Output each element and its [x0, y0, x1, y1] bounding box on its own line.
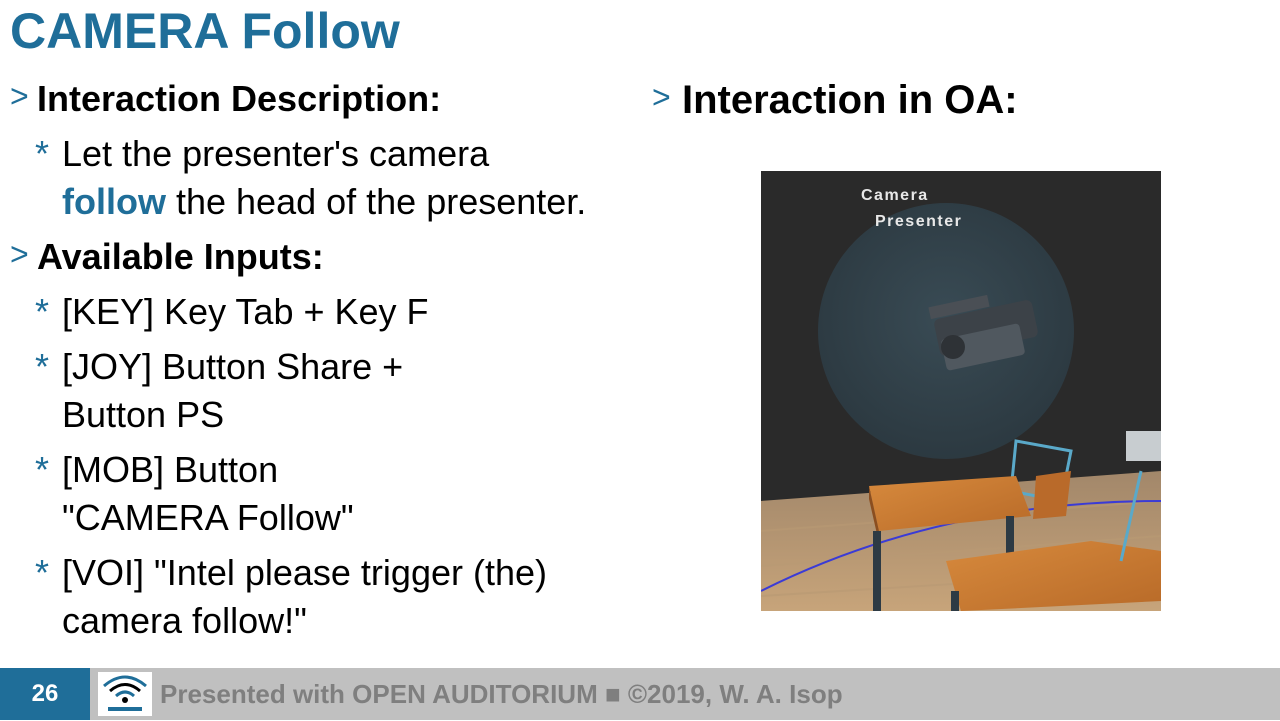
heading-text: Interaction in OA: — [682, 78, 1018, 122]
footer-credit: Presented with OPEN AUDITORIUM ■ ©2019, … — [160, 679, 843, 709]
footer-bar: 26 Presented with OPEN AUDITORIUM ■ ©201… — [0, 668, 1280, 720]
description-highlight: follow — [62, 181, 166, 222]
asterisk-bullet-icon: * — [35, 552, 50, 593]
arrow-bullet-icon: > — [10, 236, 29, 272]
scene-label-camera: Camera — [861, 187, 929, 204]
heading-interaction-in-oa: > Interaction in OA: — [652, 78, 1252, 122]
input-item-joy: * [JOY] Button Share + Button PS — [35, 343, 640, 439]
description-rest: the head of the presenter. — [165, 181, 587, 222]
input-line: [MOB] Button — [62, 449, 279, 490]
open-auditorium-logo-icon — [98, 672, 152, 716]
asterisk-bullet-icon: * — [35, 291, 50, 332]
arrow-bullet-icon: > — [652, 79, 671, 115]
input-item-mob: * [MOB] Button "CAMERA Follow" — [35, 446, 640, 542]
input-line: camera follow!" — [62, 600, 307, 641]
heading-text: Available Inputs: — [37, 236, 324, 277]
heading-available-inputs: > Available Inputs: — [10, 236, 640, 278]
description-line: Let the presenter's camera — [62, 133, 490, 174]
scene-label-presenter: Presenter — [875, 213, 963, 230]
asterisk-bullet-icon: * — [35, 449, 50, 490]
page-number: 26 — [0, 668, 90, 720]
input-line: Button PS — [62, 394, 225, 435]
input-item-voi: * [VOI] "Intel please trigger (the) came… — [35, 549, 640, 645]
input-line: [JOY] Button Share + — [62, 346, 404, 387]
input-line: [VOI] "Intel please trigger (the) — [62, 552, 547, 593]
slide-title: CAMERA Follow — [10, 3, 400, 59]
input-item-key: * [KEY] Key Tab + Key F — [35, 288, 640, 336]
input-line: "CAMERA Follow" — [62, 497, 354, 538]
oa-scene-screenshot: Camera Presenter — [761, 171, 1161, 611]
right-column: > Interaction in OA: — [652, 78, 1252, 122]
scene-illustration — [761, 171, 1161, 611]
heading-interaction-description: > Interaction Description: — [10, 78, 640, 120]
input-line: [KEY] Key Tab + Key F — [62, 291, 429, 332]
arrow-bullet-icon: > — [10, 78, 29, 114]
description-item: * Let the presenter's camera follow the … — [35, 130, 640, 226]
asterisk-bullet-icon: * — [35, 133, 50, 174]
asterisk-bullet-icon: * — [35, 346, 50, 387]
left-column: > Interaction Description: * Let the pre… — [10, 78, 640, 645]
heading-text: Interaction Description: — [37, 78, 442, 119]
